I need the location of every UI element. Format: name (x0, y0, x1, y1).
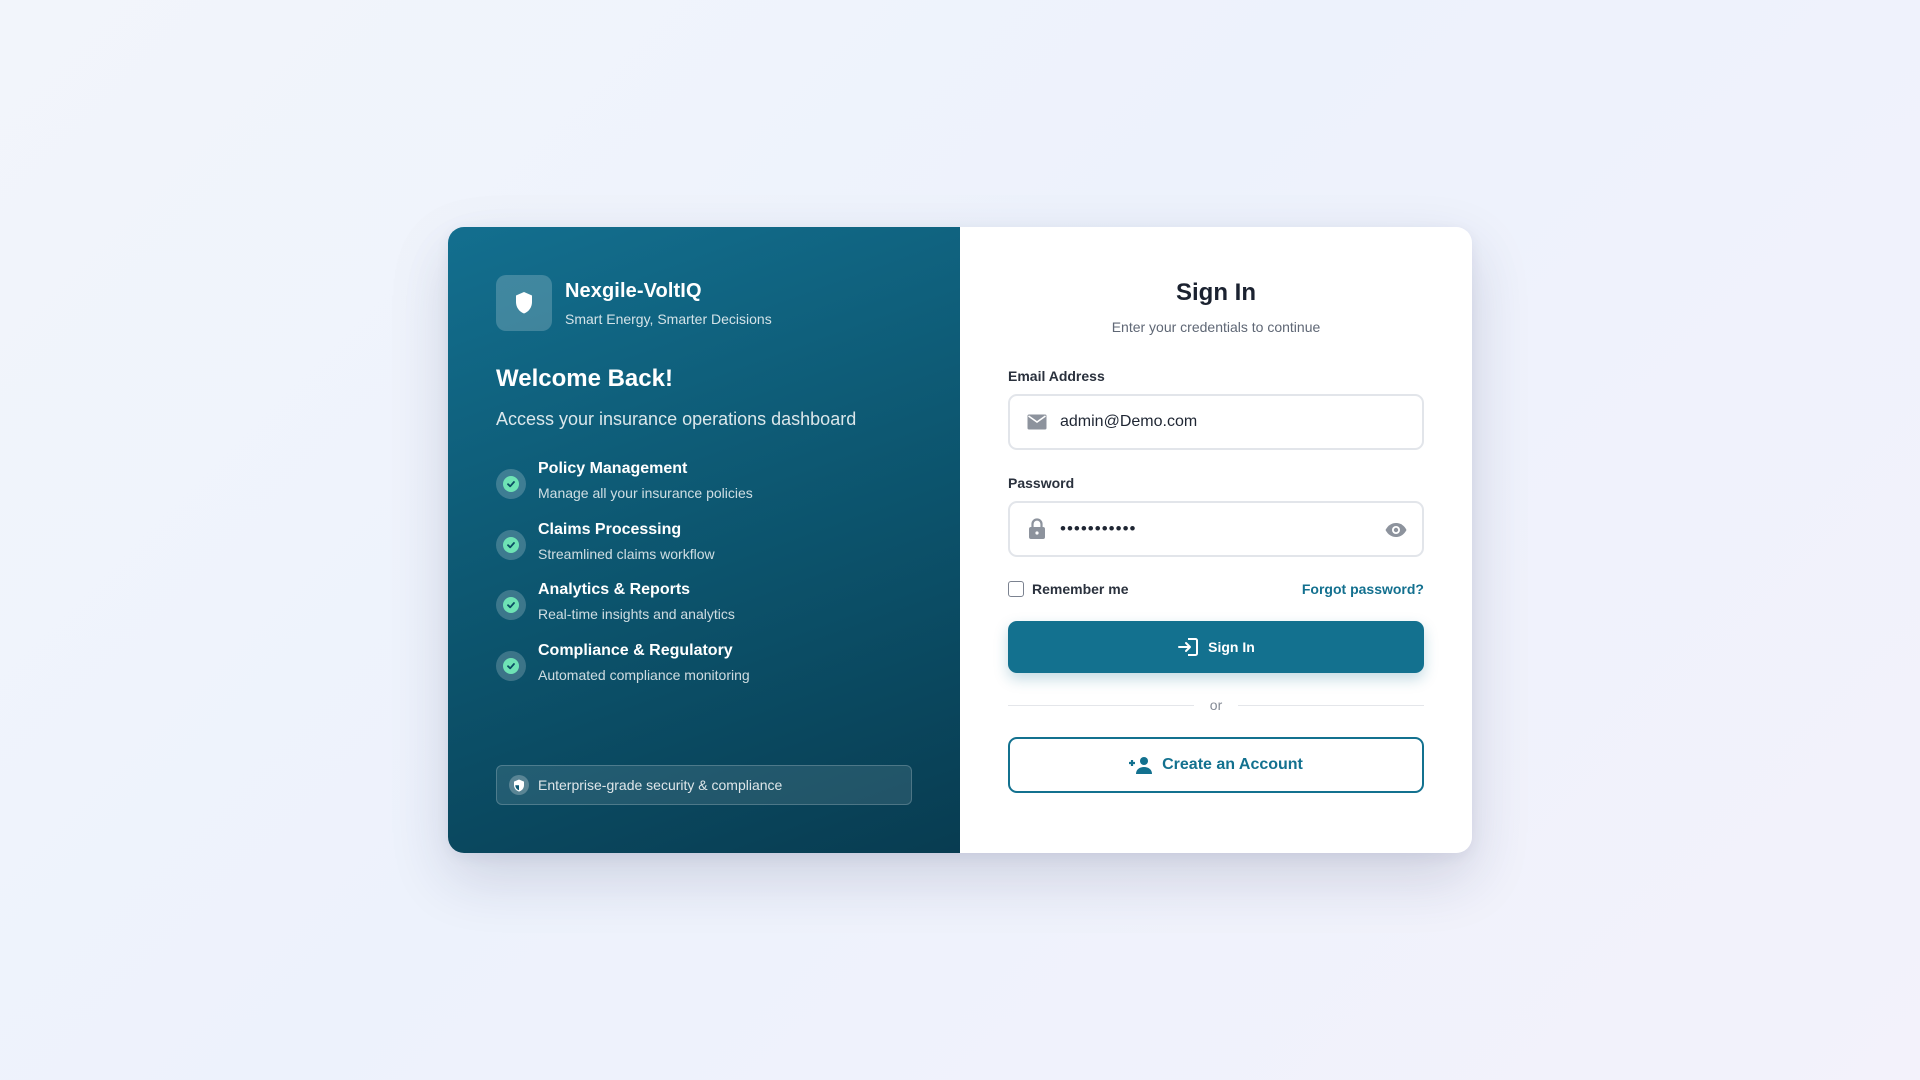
signin-button-label: Sign In (1208, 639, 1255, 655)
options-row: Remember me Forgot password? (1008, 581, 1424, 597)
create-account-label: Create an Account (1162, 756, 1303, 773)
divider-line (1238, 704, 1425, 706)
feature-title: Analytics & Reports (538, 581, 691, 598)
brand-name: Nexgile-VoltIQ (565, 279, 702, 302)
remember-checkbox[interactable] (1008, 581, 1024, 597)
divider-line (1008, 704, 1194, 706)
feature-description: Streamlined claims workflow (538, 545, 715, 562)
remember-me[interactable]: Remember me (1008, 581, 1129, 597)
brand-text: Nexgile-VoltIQ Smart Energy, Smarter Dec… (565, 280, 772, 327)
check-circle-icon (496, 469, 526, 499)
email-value: admin@Demo.com (1060, 413, 1198, 430)
feature-description: Manage all your insurance policies (538, 485, 753, 501)
email-field[interactable]: admin@Demo.com (1008, 394, 1424, 450)
welcome-subtitle: Access your insurance operations dashboa… (496, 409, 857, 429)
check-circle-icon (496, 590, 526, 620)
signin-panel: Sign In Enter your credentials to contin… (960, 227, 1472, 853)
security-shield-icon (509, 775, 529, 795)
password-label: Password (1008, 475, 1075, 491)
feature-list: Policy Management Manage all your insura… (496, 460, 912, 702)
login-icon (1178, 638, 1199, 656)
feature-item: Compliance & Regulatory Automated compli… (496, 642, 912, 703)
feature-item: Claims Processing Streamlined claims wor… (496, 521, 912, 582)
check-circle-icon (496, 529, 526, 560)
password-value: ••••••••••• (1060, 519, 1137, 538)
feature-description: Real-time insights and analytics (538, 606, 735, 622)
check-circle-icon (496, 650, 526, 681)
feature-title: Claims Processing (538, 520, 682, 538)
brand-logo (496, 275, 552, 331)
login-card: Nexgile-VoltIQ Smart Energy, Smarter Dec… (448, 227, 1472, 853)
info-panel: Nexgile-VoltIQ Smart Energy, Smarter Dec… (448, 227, 960, 853)
feature-item: Analytics & Reports Real-time insights a… (496, 581, 912, 642)
forgot-password-link[interactable]: Forgot password? (1302, 581, 1424, 597)
email-label: Email Address (1008, 368, 1105, 384)
signin-button[interactable]: Sign In (1008, 621, 1424, 673)
feature-title: Compliance & Regulatory (538, 641, 733, 659)
security-badge: Enterprise-grade security & compliance (496, 765, 912, 805)
remember-label: Remember me (1032, 581, 1129, 597)
signin-subtitle: Enter your credentials to continue (1111, 319, 1321, 335)
divider: or (1008, 697, 1425, 713)
create-account-button[interactable]: Create an Account (1008, 737, 1424, 793)
eye-icon[interactable] (1384, 518, 1408, 542)
divider-or: or (1209, 697, 1223, 713)
mail-icon (1026, 411, 1048, 433)
signin-title: Sign In (1176, 279, 1256, 306)
feature-title: Policy Management (538, 460, 688, 477)
lock-icon (1026, 518, 1048, 540)
feature-description: Automated compliance monitoring (538, 666, 750, 683)
password-field[interactable]: ••••••••••• (1008, 501, 1424, 557)
add-user-icon (1129, 757, 1153, 774)
welcome-title: Welcome Back! (496, 365, 673, 392)
shield-icon (516, 292, 532, 314)
security-note: Enterprise-grade security & compliance (538, 777, 783, 793)
brand-tagline: Smart Energy, Smarter Decisions (565, 310, 772, 327)
brand: Nexgile-VoltIQ Smart Energy, Smarter Dec… (496, 275, 912, 331)
feature-item: Policy Management Manage all your insura… (496, 460, 912, 521)
